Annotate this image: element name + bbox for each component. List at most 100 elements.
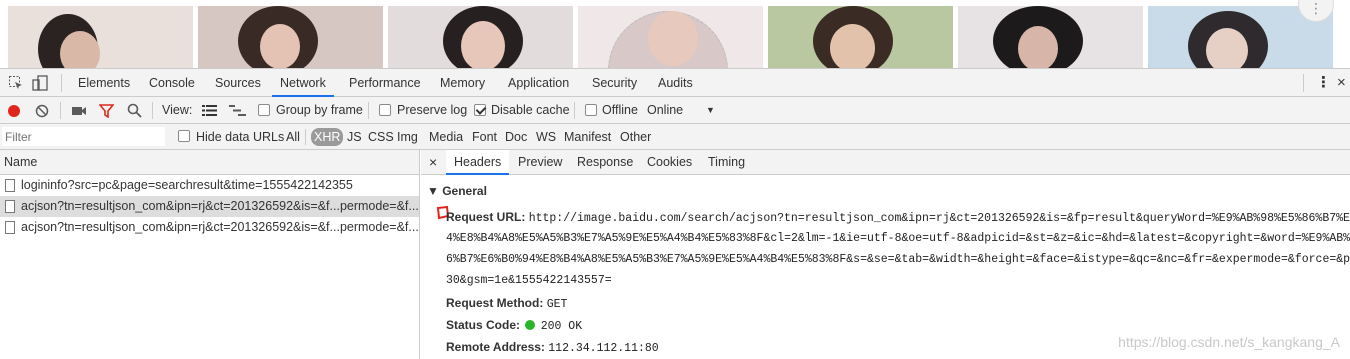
offline-label: Offline xyxy=(602,103,638,117)
customize-menu-icon[interactable]: ⋮ xyxy=(1316,69,1331,97)
devtools-panel: Elements Console Sources Network Perform… xyxy=(0,68,1350,359)
request-url-continuation: 4%E8%B4%A8%E5%A5%B3%E7%A5%9E%E5%A4%B4%E5… xyxy=(446,232,1350,245)
divider xyxy=(1303,74,1304,92)
tab-audits[interactable]: Audits xyxy=(658,69,693,97)
filter-img[interactable]: Img xyxy=(397,124,418,150)
device-toolbar-icon[interactable] xyxy=(32,75,48,91)
request-method-label: Request Method: xyxy=(446,296,544,310)
tab-performance[interactable]: Performance xyxy=(349,69,421,97)
offline-checkbox[interactable] xyxy=(585,104,597,116)
tab-memory[interactable]: Memory xyxy=(440,69,485,97)
filter-doc[interactable]: Doc xyxy=(505,124,527,150)
divider xyxy=(574,102,575,119)
large-rows-icon[interactable] xyxy=(202,105,217,116)
remote-address-label: Remote Address: xyxy=(446,340,545,354)
chevron-down-icon[interactable]: ▼ xyxy=(706,97,715,124)
close-devtools-icon[interactable]: × xyxy=(1337,69,1346,97)
filter-media[interactable]: Media xyxy=(429,124,463,150)
record-icon[interactable] xyxy=(7,104,21,118)
filter-input[interactable] xyxy=(2,127,165,146)
image-thumbnail[interactable] xyxy=(198,6,383,68)
hide-data-urls-label: Hide data URLs xyxy=(196,130,285,144)
divider xyxy=(368,102,369,119)
clear-icon[interactable] xyxy=(35,104,49,118)
request-name: logininfo?src=pc&page=searchresult&time=… xyxy=(21,178,353,192)
search-icon[interactable] xyxy=(127,103,142,118)
tab-cookies[interactable]: Cookies xyxy=(647,150,692,175)
image-thumbnail[interactable] xyxy=(8,6,193,68)
view-label: View: xyxy=(162,103,193,117)
group-by-frame-label: Group by frame xyxy=(276,103,363,117)
request-name: acjson?tn=resultjson_com&ipn=rj&ct=20132… xyxy=(21,199,419,213)
remote-address-value: 112.34.112.11:80 xyxy=(548,342,659,355)
filter-ws[interactable]: WS xyxy=(536,124,556,150)
request-method-row: Request Method: GET xyxy=(446,296,567,311)
general-section-toggle[interactable]: ▼ General xyxy=(427,184,487,198)
filter-xhr[interactable]: XHR xyxy=(311,128,344,146)
disable-cache-checkbox[interactable] xyxy=(474,104,486,116)
request-row[interactable]: acjson?tn=resultjson_com&ipn=rj&ct=20132… xyxy=(0,217,419,238)
request-url-row: Request URL: http://image.baidu.com/sear… xyxy=(446,210,1350,225)
throttling-select[interactable]: Online xyxy=(647,97,683,124)
image-thumbnail[interactable] xyxy=(958,6,1143,68)
image-thumbnail[interactable] xyxy=(388,6,573,68)
request-row[interactable]: logininfo?src=pc&page=searchresult&time=… xyxy=(0,175,419,196)
request-url-continuation: 6%B7%E6%B0%94%E8%B4%A8%E5%A5%B3%E7%A5%9E… xyxy=(446,253,1350,266)
network-toolbar: View: Group by frame Preserve log Disabl… xyxy=(0,97,1350,124)
filter-other[interactable]: Other xyxy=(620,124,651,150)
filter-icon[interactable] xyxy=(99,104,114,118)
divider xyxy=(152,102,153,119)
document-icon xyxy=(5,200,15,213)
group-by-frame-checkbox[interactable] xyxy=(258,104,270,116)
request-url-continuation: 30&gsm=1e&1555422143557= xyxy=(446,274,612,287)
filter-manifest[interactable]: Manifest xyxy=(564,124,611,150)
tab-preview[interactable]: Preview xyxy=(518,150,562,175)
tab-elements[interactable]: Elements xyxy=(78,69,130,97)
request-list: Name logininfo?src=pc&page=searchresult&… xyxy=(0,150,420,359)
tab-response[interactable]: Response xyxy=(577,150,633,175)
disable-cache-label: Disable cache xyxy=(491,103,570,117)
detail-tabs: × Headers Preview Response Cookies Timin… xyxy=(421,150,1350,175)
close-icon[interactable]: × xyxy=(429,150,437,175)
image-results-strip: ⋮ xyxy=(0,0,1350,68)
document-icon xyxy=(5,179,15,192)
image-thumbnail[interactable] xyxy=(578,6,763,68)
tab-sources[interactable]: Sources xyxy=(215,69,261,97)
status-code-label: Status Code: xyxy=(446,318,521,332)
request-method-value: GET xyxy=(546,298,568,311)
filter-js[interactable]: JS xyxy=(347,124,362,150)
remote-address-row: Remote Address: 112.34.112.11:80 xyxy=(446,340,659,355)
document-icon xyxy=(5,221,15,234)
tab-headers[interactable]: Headers xyxy=(446,150,510,175)
request-name: acjson?tn=resultjson_com&ipn=rj&ct=20132… xyxy=(21,220,419,234)
capture-screenshots-icon[interactable] xyxy=(71,104,87,118)
tab-console[interactable]: Console xyxy=(149,69,195,97)
watermark: https://blog.csdn.net/s_kangkang_A xyxy=(1118,334,1340,350)
devtools-tabbar: Elements Console Sources Network Perform… xyxy=(0,69,1350,97)
request-url-value: http://image.baidu.com/search/acjson?tn=… xyxy=(528,212,1350,225)
preserve-log-label: Preserve log xyxy=(397,103,468,117)
status-ok-icon xyxy=(525,320,536,330)
tab-network[interactable]: Network xyxy=(272,69,334,97)
hide-data-urls-checkbox[interactable] xyxy=(178,130,190,142)
preserve-log-checkbox[interactable] xyxy=(379,104,391,116)
status-code-row: Status Code: 200 OK xyxy=(446,318,582,333)
request-url-label: Request URL: xyxy=(446,210,526,224)
tab-timing[interactable]: Timing xyxy=(708,150,745,175)
divider xyxy=(305,129,306,145)
inspect-element-icon[interactable] xyxy=(8,75,24,91)
status-code-value: 200 OK xyxy=(540,320,583,333)
divider xyxy=(60,102,61,119)
request-detail: × Headers Preview Response Cookies Timin… xyxy=(421,150,1350,359)
request-row[interactable]: acjson?tn=resultjson_com&ipn=rj&ct=20132… xyxy=(0,196,419,217)
tab-security[interactable]: Security xyxy=(592,69,637,97)
name-column-header[interactable]: Name xyxy=(0,150,419,175)
filter-font[interactable]: Font xyxy=(472,124,497,150)
filter-bar: Hide data URLs All XHR JS CSS Img Media … xyxy=(0,124,1350,150)
filter-all[interactable]: All xyxy=(286,124,300,150)
waterfall-icon[interactable] xyxy=(229,105,246,116)
filter-css[interactable]: CSS xyxy=(368,124,394,150)
divider xyxy=(61,74,62,92)
tab-application[interactable]: Application xyxy=(508,69,569,97)
image-thumbnail[interactable] xyxy=(768,6,953,68)
